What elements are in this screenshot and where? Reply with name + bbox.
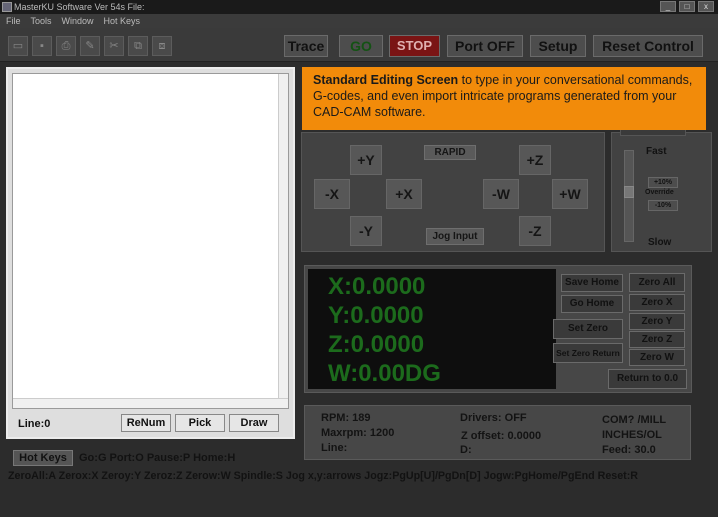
slow-label: Slow <box>648 237 672 248</box>
zero-y-button[interactable]: Zero Y <box>629 313 685 330</box>
edit-icon[interactable]: ✎ <box>80 36 100 56</box>
line-indicator: Line:0 <box>18 418 51 430</box>
window-controls: _ □ x <box>660 1 714 12</box>
dro-z-value: Z:0.0000 <box>328 331 425 358</box>
set-zero-button[interactable]: Set Zero <box>553 319 623 339</box>
trace-button[interactable]: Trace <box>284 35 328 57</box>
stop-button[interactable]: STOP <box>389 35 440 57</box>
override-minus-10-button[interactable]: -10% <box>648 200 678 211</box>
copy-icon[interactable]: ⧉ <box>128 36 148 56</box>
speed-slider[interactable] <box>624 150 634 242</box>
drivers-status: Drivers: OFF <box>460 412 527 424</box>
menu-file[interactable]: File <box>6 14 21 28</box>
jog-minus-x-button[interactable]: -X <box>314 179 350 209</box>
pick-button[interactable]: Pick <box>175 414 225 432</box>
units-status: INCHES/OL <box>602 429 662 441</box>
hotkey-hints-line-2: ZeroAll:A Zerox:X Zeroy:Y Zeroz:Z Zerow:… <box>8 470 639 482</box>
go-home-button[interactable]: Go Home <box>561 295 623 313</box>
status-panel: RPM: 189 Maxrpm: 1200 Line: Drivers: OFF… <box>304 405 691 460</box>
maximize-button[interactable]: □ <box>679 1 695 12</box>
z-offset-readout: Z offset: 0.0000 <box>461 430 542 442</box>
fast-label: Fast <box>646 146 667 157</box>
rapid-button[interactable]: RAPID <box>424 145 476 160</box>
save-home-button[interactable]: Save Home <box>561 274 623 292</box>
dro-y-value: Y:0.0000 <box>328 302 424 329</box>
override-label: Override <box>645 189 674 196</box>
return-to-zero-button[interactable]: Return to 0.0 <box>608 369 687 389</box>
port-off-button[interactable]: Port OFF <box>447 35 523 57</box>
jog-minus-z-button[interactable]: -Z <box>519 216 551 246</box>
maxrpm-readout: Maxrpm: 1200 <box>321 427 395 439</box>
renum-button[interactable]: ReNum <box>121 414 171 432</box>
print-icon[interactable]: ⎙ <box>56 36 76 56</box>
jog-minus-w-button[interactable]: -W <box>483 179 519 209</box>
reset-control-button[interactable]: Reset Control <box>593 35 703 57</box>
save-icon[interactable]: ▪ <box>32 36 52 56</box>
minimize-button[interactable]: _ <box>660 1 676 12</box>
zero-all-button[interactable]: Zero All <box>629 273 685 292</box>
setup-button[interactable]: Setup <box>530 35 586 57</box>
close-button[interactable]: x <box>698 1 714 12</box>
draw-button[interactable]: Draw <box>229 414 279 432</box>
zero-w-button[interactable]: Zero W <box>629 349 685 366</box>
menu-window[interactable]: Window <box>62 14 94 28</box>
jog-input-button[interactable]: Jog Input <box>426 228 484 245</box>
jog-plus-z-button[interactable]: +Z <box>519 145 551 175</box>
hidden-panel-edge <box>620 130 686 136</box>
window-title: MasterKU Software Ver 54s File: <box>14 2 145 12</box>
dro-w-value: W:0.00DG <box>328 360 441 387</box>
d-readout: D: <box>460 444 472 456</box>
menu-tools[interactable]: Tools <box>31 14 52 28</box>
title-bar: MasterKU Software Ver 54s File: _ □ x <box>0 0 718 14</box>
jog-minus-y-button[interactable]: -Y <box>350 216 382 246</box>
jog-plus-w-button[interactable]: +W <box>552 179 588 209</box>
cut-icon[interactable]: ✂ <box>104 36 124 56</box>
line-readout: Line: <box>321 442 348 454</box>
menu-bar: File Tools Window Hot Keys <box>0 14 718 28</box>
gcode-editor[interactable] <box>12 73 289 409</box>
menu-hot-keys[interactable]: Hot Keys <box>104 14 141 28</box>
com-port-status: COM? /MILL <box>602 414 667 426</box>
rpm-readout: RPM: 189 <box>321 412 371 424</box>
hot-keys-button[interactable]: Hot Keys <box>13 450 73 466</box>
jog-panel: +Y -X +X -Y RAPID Jog Input +Z -W +W -Z <box>301 132 605 252</box>
editor-vertical-scrollbar[interactable] <box>278 74 288 408</box>
speed-slider-thumb[interactable] <box>624 186 634 198</box>
hotkey-hints-line-1: Go:G Port:O Pause:P Home:H <box>79 452 236 464</box>
go-button[interactable]: GO <box>339 35 383 57</box>
editor-footer: Line:0 ReNum Pick Draw <box>12 413 289 435</box>
set-zero-return-button[interactable]: Set Zero Return <box>553 343 623 363</box>
editor-panel: Line:0 ReNum Pick Draw <box>6 67 295 439</box>
feed-readout: Feed: 30.0 <box>602 444 656 456</box>
jog-plus-x-button[interactable]: +X <box>386 179 422 209</box>
jog-plus-y-button[interactable]: +Y <box>350 145 382 175</box>
editor-horizontal-scrollbar[interactable] <box>13 398 288 408</box>
dro-x-value: X:0.0000 <box>328 273 426 300</box>
dro-panel: X:0.0000 Y:0.0000 Z:0.0000 W:0.00DG Save… <box>304 265 692 393</box>
zero-z-button[interactable]: Zero Z <box>629 331 685 348</box>
paste-icon[interactable]: ⧈ <box>152 36 172 56</box>
app-icon <box>2 2 12 12</box>
zero-x-button[interactable]: Zero X <box>629 294 685 311</box>
override-plus-10-button[interactable]: +10% <box>648 177 678 188</box>
dro-display: X:0.0000 Y:0.0000 Z:0.0000 W:0.00DG <box>308 269 556 389</box>
tool-icon-group: ▭ ▪ ⎙ ✎ ✂ ⧉ ⧈ <box>8 36 172 56</box>
speed-override-panel: Fast +10% Override -10% Slow <box>611 132 712 252</box>
feature-callout: Standard Editing Screen to type in your … <box>302 67 706 130</box>
open-folder-icon[interactable]: ▭ <box>8 36 28 56</box>
callout-heading: Standard Editing Screen <box>313 73 459 87</box>
